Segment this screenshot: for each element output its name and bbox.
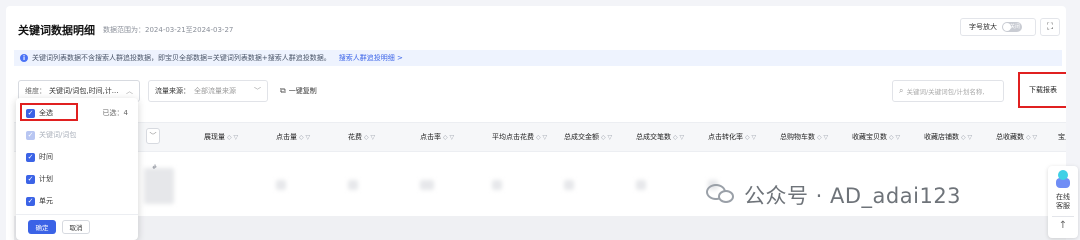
plan-checkbox[interactable]: ✓ 计划 [26, 174, 53, 184]
title-row: 关键词数据明细 数据范围为：2024-03-21至2024-03-27 [18, 20, 233, 40]
copy-label: 一键复制 [288, 87, 317, 95]
service-label: 在线 客服 [1056, 193, 1070, 210]
blurred-cell [564, 180, 574, 190]
blurred-cell [276, 180, 286, 190]
search-placeholder: 关键词/关键词包/计划名称, [906, 88, 985, 96]
chevron-down-icon: ﹀ [254, 87, 261, 95]
column-header[interactable]: 收藏店铺数 ◇ ▽ [924, 132, 972, 142]
widget-divider [1052, 216, 1074, 217]
robot-icon [1056, 170, 1070, 188]
table-footer-strip [14, 216, 1066, 240]
dropdown-divider [16, 214, 138, 215]
checkbox-checked-icon: ✓ [26, 152, 35, 162]
download-label: 下载报表 [1029, 86, 1057, 94]
keyword-checkbox: ✓ 关键词/词包 [26, 130, 77, 140]
chevron-down-icon[interactable]: ﹀ [146, 128, 160, 144]
column-header[interactable]: 总购物车数 ◇ ▽ [780, 132, 828, 142]
blurred-cell [144, 168, 174, 204]
column-header[interactable]: 点击量 ◇ ▽ [276, 132, 310, 142]
checkbox-checked-icon: ✓ [26, 196, 35, 206]
font-size-label: 字号放大 [969, 23, 997, 31]
notice-link[interactable]: 搜索人群追投明细 > [339, 53, 403, 63]
unit-checkbox[interactable]: ✓ 单元 [26, 196, 53, 206]
dimension-value: 关键词/词包,时间,计... [49, 87, 119, 95]
chevron-up-icon: ︿ [126, 87, 133, 95]
checkbox-checked-icon: ✓ [26, 174, 35, 184]
selected-count: 已选：4 [102, 109, 128, 117]
wechat-icon [706, 182, 736, 208]
checkbox-checked-icon: ✓ [26, 108, 35, 118]
blurred-cell [348, 180, 358, 190]
column-header[interactable]: 平均点击花费 ◇ ▽ [492, 132, 547, 142]
blurred-cell [636, 180, 646, 190]
column-header[interactable]: 总收藏数 ◇ ▽ [996, 132, 1037, 142]
info-icon: i [20, 54, 28, 62]
checkbox-checked-icon: ✓ [26, 130, 35, 140]
select-all-checkbox[interactable]: ✓ 全选 [26, 108, 53, 118]
font-size-switch[interactable]: 关闭 [1002, 22, 1022, 32]
back-to-top-icon[interactable]: ↑ [1048, 220, 1078, 231]
search-input[interactable]: ⌕ 关键词/关键词包/计划名称, [892, 80, 1004, 102]
copy-button[interactable]: ⧉ 一键复制 [280, 86, 317, 96]
time-checkbox[interactable]: ✓ 时间 [26, 152, 53, 162]
column-header[interactable]: 收藏宝贝数 ◇ ▽ [852, 132, 900, 142]
cancel-button[interactable]: 取消 [62, 220, 90, 234]
notice-text: 关键词列表数据不含搜索人群追投数据，即宝贝全部数据=关键词列表数据+搜索人群追投… [32, 54, 331, 62]
blurred-cell [492, 180, 502, 190]
online-service-widget[interactable]: 在线 客服 ↑ [1048, 166, 1078, 238]
traffic-source-label: 流量来源： [155, 87, 190, 95]
column-header[interactable]: 总成交金额 ◇ ▽ [564, 132, 612, 142]
search-icon: ⌕ [899, 86, 904, 95]
column-header[interactable]: 展现量 ◇ ▽ [204, 132, 238, 142]
column-header[interactable]: 宝贝 [1058, 132, 1066, 142]
dimension-dropdown: 已选：4 ✓ 全选 ✓ 关键词/词包 ✓ 时间 ✓ 计划 ✓ 单元 确定 取消 [16, 98, 138, 240]
watermark: 公众号 · AD_adai123 [706, 180, 961, 210]
notice-bar: i 关键词列表数据不含搜索人群追投数据，即宝贝全部数据=关键词列表数据+搜索人群… [14, 50, 1062, 66]
switch-state-text: 关闭 [1009, 24, 1020, 30]
expand-icon[interactable]: ⛶ [1040, 18, 1060, 36]
column-header[interactable]: 总成交笔数 ◇ ▽ [636, 132, 684, 142]
download-report-button[interactable]: 下载报表 [1018, 72, 1066, 108]
column-header[interactable]: 花费 ◇ ▽ [348, 132, 375, 142]
column-header[interactable]: 点击率 ◇ ▽ [420, 132, 454, 142]
traffic-source-select[interactable]: 流量来源： 全部流量来源 ﹀ [148, 80, 268, 102]
column-header[interactable]: 点击转化率 ◇ ▽ [708, 132, 756, 142]
confirm-button[interactable]: 确定 [28, 220, 56, 234]
blurred-cell [420, 180, 434, 190]
watermark-text: 公众号 · AD_adai123 [744, 184, 962, 208]
table-header: 展现量 ◇ ▽ 点击量 ◇ ▽ 花费 ◇ ▽ 点击率 ◇ ▽ 平均点击花费 ◇ ▽ 总成交… [14, 122, 1066, 152]
date-range-text: 数据范围为：2024-03-21至2024-03-27 [103, 26, 234, 34]
font-size-toggle-button[interactable]: 字号放大 关闭 [960, 18, 1036, 36]
traffic-source-value: 全部流量来源 [194, 87, 236, 95]
dimension-label: 维度： [25, 87, 46, 95]
page-title: 关键词数据明细 [18, 24, 95, 37]
copy-icon: ⧉ [280, 86, 286, 95]
row-marker: # [152, 164, 158, 171]
